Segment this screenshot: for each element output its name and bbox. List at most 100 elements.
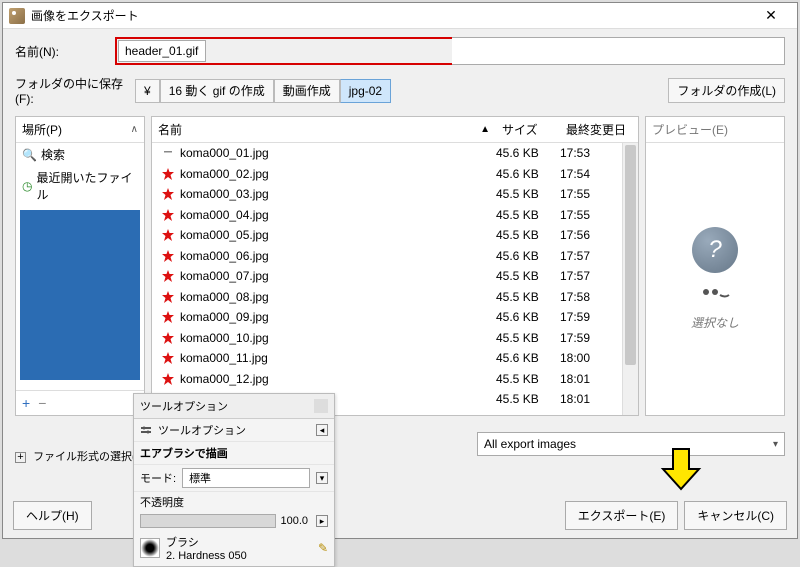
scrollbar[interactable] [622, 143, 638, 415]
file-size: 45.6 KB [496, 146, 560, 160]
file-row[interactable]: koma000_10.jpg45.5 KB17:59 [152, 328, 638, 349]
brush-row: ブラシ 2. Hardness 050 ✎ [134, 530, 334, 566]
places-item[interactable]: ◷最近開いたファイル [16, 166, 144, 206]
file-size: 45.6 KB [496, 167, 560, 181]
tool-options-icon [140, 423, 152, 438]
filename-input-extent[interactable] [452, 37, 786, 65]
file-row[interactable]: koma000_02.jpg45.6 KB17:54 [152, 164, 638, 185]
places-pane: 場所(P) ∧ 🔍検索◷最近開いたファイル + − [15, 116, 145, 416]
file-name: koma000_03.jpg [180, 187, 269, 201]
detach-icon[interactable]: ◂ [316, 424, 328, 436]
mode-combo[interactable]: 標準 [182, 468, 310, 488]
opacity-label: 不透明度 [140, 494, 184, 510]
file-row[interactable]: koma000_01.jpg45.6 KB17:53 [152, 143, 638, 164]
filename-row: 名前(N): [15, 37, 785, 65]
file-name: koma000_10.jpg [180, 331, 269, 345]
bottom-bar: ヘルプ(H) エクスポート(E) キャンセル(C) [13, 501, 787, 530]
places-header[interactable]: 場所(P) ∧ [16, 117, 144, 143]
column-date[interactable]: 最終変更日 [560, 117, 638, 142]
chevron-up-icon: ∧ [131, 124, 138, 135]
file-type-icon [162, 311, 174, 323]
column-name[interactable]: 名前 ▲ [152, 117, 496, 142]
file-size: 45.5 KB [496, 187, 560, 201]
file-name: koma000_09.jpg [180, 310, 269, 324]
file-row[interactable]: koma000_07.jpg45.5 KB17:57 [152, 266, 638, 287]
opacity-bar[interactable] [140, 514, 276, 528]
file-size: 45.6 KB [496, 249, 560, 263]
file-list-pane: 名前 ▲ サイズ 最終変更日 koma000_01.jpg45.6 KB17:5… [151, 116, 639, 416]
places-controls: + − [16, 390, 144, 415]
file-type-icon [162, 250, 174, 262]
brush-preview-icon[interactable] [140, 538, 160, 558]
file-type-combo[interactable]: All export images ▾ [477, 432, 785, 456]
sort-asc-icon: ▲ [480, 124, 490, 135]
file-name: koma000_04.jpg [180, 208, 269, 222]
path-label: フォルダの中に保存(F): [15, 75, 135, 106]
add-place-button[interactable]: + [22, 395, 30, 411]
brush-label: ブラシ [166, 534, 247, 550]
close-button[interactable]: ✕ [751, 7, 791, 24]
file-type-icon [162, 352, 174, 364]
breadcrumb-item[interactable]: jpg-02 [340, 79, 391, 103]
opacity-row: 不透明度 [134, 492, 334, 512]
export-button[interactable]: エクスポート(E) [565, 501, 679, 530]
places-item[interactable]: 🔍検索 [16, 143, 144, 166]
file-name: koma000_01.jpg [180, 146, 269, 160]
file-name: koma000_12.jpg [180, 372, 269, 386]
file-type-icon [162, 209, 174, 221]
column-size[interactable]: サイズ [496, 117, 560, 142]
path-row: フォルダの中に保存(F): ¥16 動く gif の作成動画作成jpg-02 フ… [15, 75, 785, 106]
tool-options-tab[interactable]: ツールオプション ◂ [134, 419, 334, 442]
no-selection-label: 選択なし [691, 314, 739, 331]
edit-brush-icon[interactable]: ✎ [318, 541, 328, 555]
file-row[interactable]: koma000_09.jpg45.6 KB17:59 [152, 307, 638, 328]
brush-name: 2. Hardness 050 [166, 550, 247, 562]
file-type-combo-value: All export images [484, 437, 576, 451]
file-size: 45.6 KB [496, 351, 560, 365]
help-button[interactable]: ヘルプ(H) [13, 501, 92, 530]
scrollbar-thumb[interactable] [625, 145, 636, 365]
window-title: 画像をエクスポート [31, 7, 139, 24]
file-type-icon [162, 229, 174, 241]
dialog-body: 名前(N): フォルダの中に保存(F): ¥16 動く gif の作成動画作成j… [3, 29, 797, 470]
file-size: 45.5 KB [496, 372, 560, 386]
tool-options-title[interactable]: ツールオプション [134, 394, 334, 419]
opacity-slider[interactable]: 100.0 ▸ [134, 512, 334, 530]
create-folder-button[interactable]: フォルダの作成(L) [668, 78, 785, 103]
question-mark-icon: ? [692, 227, 738, 273]
file-size: 45.5 KB [496, 392, 560, 406]
middle-panes: 場所(P) ∧ 🔍検索◷最近開いたファイル + − 名前 ▲ サイズ [15, 116, 785, 416]
file-type-icon [162, 188, 174, 200]
cancel-button[interactable]: キャンセル(C) [684, 501, 787, 530]
preview-pane: プレビュー(E) ? 選択なし [645, 116, 785, 416]
file-size: 45.5 KB [496, 228, 560, 242]
file-size: 45.5 KB [496, 331, 560, 345]
mode-label: モード: [140, 470, 176, 486]
file-row[interactable]: koma000_04.jpg45.5 KB17:55 [152, 205, 638, 226]
file-size: 45.5 KB [496, 413, 560, 415]
remove-place-button[interactable]: − [38, 395, 46, 411]
file-name: koma000_11.jpg [180, 351, 268, 365]
file-name: koma000_07.jpg [180, 269, 269, 283]
places-header-label: 場所(P) [22, 121, 62, 138]
file-row[interactable]: koma000_05.jpg45.5 KB17:56 [152, 225, 638, 246]
breadcrumb-item[interactable]: 動画作成 [274, 79, 340, 103]
tool-subtitle: エアブラシで描画 [134, 442, 334, 465]
file-row[interactable]: koma000_06.jpg45.6 KB17:57 [152, 246, 638, 267]
filename-input[interactable] [118, 40, 206, 62]
file-name: koma000_06.jpg [180, 249, 269, 263]
file-size: 45.5 KB [496, 269, 560, 283]
panel-menu-icon[interactable] [314, 399, 328, 413]
breadcrumb: ¥16 動く gif の作成動画作成jpg-02 [135, 79, 391, 103]
file-size: 45.5 KB [496, 208, 560, 222]
chevron-down-icon[interactable]: ▾ [316, 472, 328, 484]
stepper-icon[interactable]: ▸ [316, 515, 328, 527]
file-row[interactable]: koma000_11.jpg45.6 KB18:00 [152, 348, 638, 369]
recent-icon: ◷ [22, 179, 32, 193]
file-row[interactable]: koma000_12.jpg45.5 KB18:01 [152, 369, 638, 390]
export-dialog: 画像をエクスポート ✕ 名前(N): フォルダの中に保存(F): ¥16 動く … [2, 2, 798, 539]
file-row[interactable]: koma000_03.jpg45.5 KB17:55 [152, 184, 638, 205]
file-row[interactable]: koma000_08.jpg45.5 KB17:58 [152, 287, 638, 308]
breadcrumb-item[interactable]: 16 動く gif の作成 [160, 79, 274, 103]
breadcrumb-item[interactable]: ¥ [135, 79, 160, 103]
